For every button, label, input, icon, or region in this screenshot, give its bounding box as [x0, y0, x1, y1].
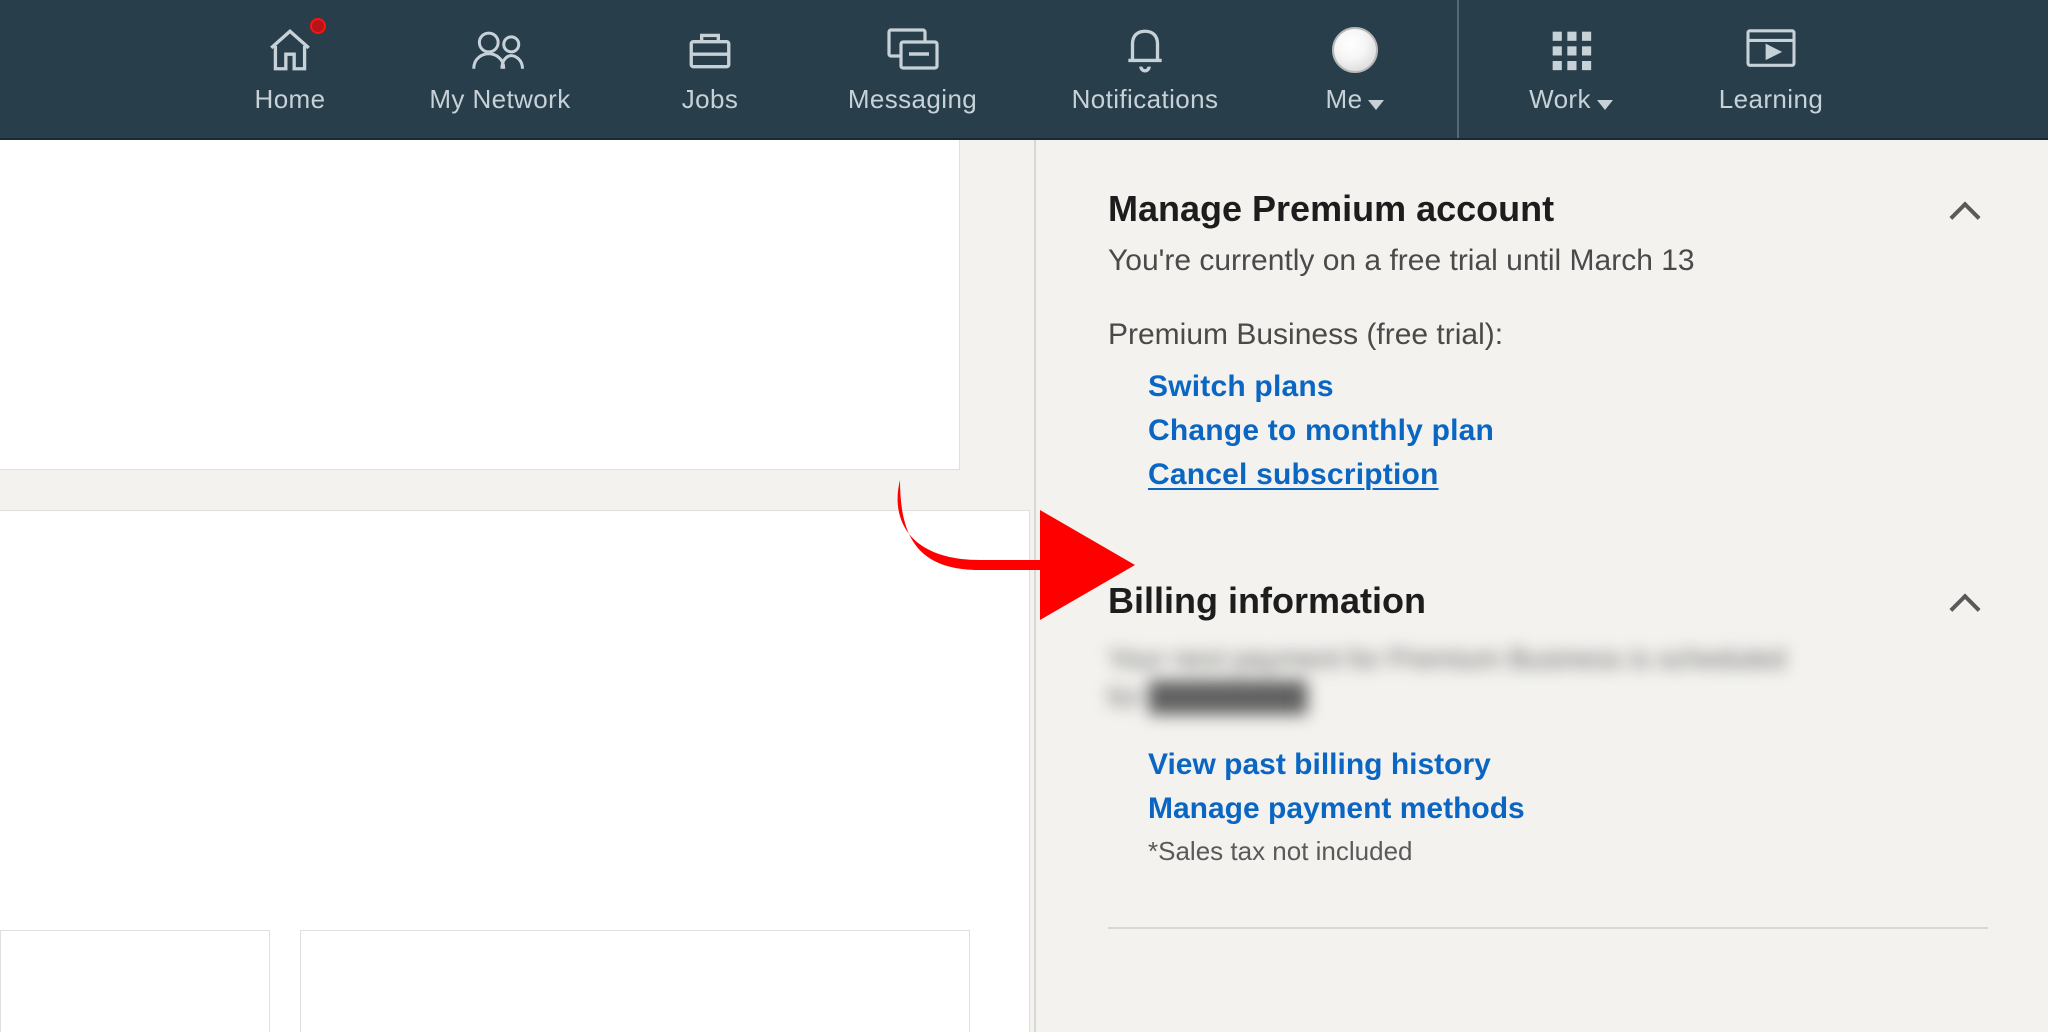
- collapse-billing-toggle[interactable]: [1948, 584, 1984, 620]
- nav-jobs[interactable]: Jobs: [620, 0, 800, 138]
- small-card-1: [0, 930, 270, 1032]
- premium-title: Manage Premium account: [1108, 188, 1988, 230]
- billing-links: View past billing history Manage payment…: [1108, 748, 1988, 826]
- nav-me-label: Me: [1326, 84, 1385, 115]
- collapse-premium-toggle[interactable]: [1948, 192, 1984, 228]
- caret-down-icon: [1597, 100, 1613, 110]
- nav-jobs-label: Jobs: [682, 84, 739, 115]
- billing-title: Billing information: [1108, 580, 1988, 622]
- premium-subtitle: You're currently on a free trial until M…: [1108, 244, 1988, 278]
- nav-home-label: Home: [255, 84, 326, 115]
- nav-divider: [1457, 0, 1459, 138]
- billing-blurred-text: Your next payment for Premium Business i…: [1108, 640, 1788, 712]
- avatar-icon: [1332, 24, 1378, 76]
- home-icon: [264, 24, 316, 76]
- change-monthly-link[interactable]: Change to monthly plan: [1148, 414, 1988, 448]
- grid-icon: [1549, 24, 1593, 76]
- content-area: Manage Premium account You're currently …: [0, 140, 2048, 1032]
- nav-learning[interactable]: Learning: [1671, 0, 1871, 138]
- billing-history-link[interactable]: View past billing history: [1108, 748, 1988, 782]
- settings-right-panel: Manage Premium account You're currently …: [1034, 140, 2048, 1032]
- switch-plans-link[interactable]: Switch plans: [1148, 370, 1988, 404]
- left-card-top: [0, 140, 960, 470]
- nav-notifications[interactable]: Notifications: [1025, 0, 1265, 138]
- nav-messaging-label: Messaging: [848, 84, 977, 115]
- bell-icon: [1120, 24, 1170, 76]
- nav-messaging[interactable]: Messaging: [800, 0, 1025, 138]
- briefcase-icon: [683, 24, 737, 76]
- tax-note: *Sales tax not included: [1108, 836, 1988, 867]
- billing-section: Billing information Your next payment fo…: [1108, 580, 1988, 929]
- caret-down-icon: [1368, 100, 1384, 110]
- messaging-icon: [885, 24, 941, 76]
- nav-learning-label: Learning: [1719, 84, 1823, 115]
- nav-me[interactable]: Me: [1265, 0, 1445, 138]
- notification-badge: [310, 18, 326, 34]
- learning-icon: [1744, 24, 1798, 76]
- section-divider: [1108, 927, 1988, 929]
- premium-section: Manage Premium account You're currently …: [1108, 188, 1988, 492]
- plan-label: Premium Business (free trial):: [1108, 318, 1988, 352]
- cancel-subscription-link[interactable]: Cancel subscription: [1148, 458, 1988, 492]
- nav-notifications-label: Notifications: [1072, 84, 1219, 115]
- nav-work[interactable]: Work: [1471, 0, 1671, 138]
- small-card-2: [300, 930, 970, 1032]
- nav-network[interactable]: My Network: [380, 0, 620, 138]
- payment-methods-link[interactable]: Manage payment methods: [1108, 792, 1988, 826]
- nav-work-label: Work: [1529, 84, 1613, 115]
- nav-home[interactable]: Home: [200, 0, 380, 138]
- nav-network-label: My Network: [429, 84, 570, 115]
- top-nav: Home My Network Jobs Messaging Notificat…: [0, 0, 2048, 140]
- premium-links: Switch plans Change to monthly plan Canc…: [1108, 370, 1988, 492]
- network-icon: [470, 24, 530, 76]
